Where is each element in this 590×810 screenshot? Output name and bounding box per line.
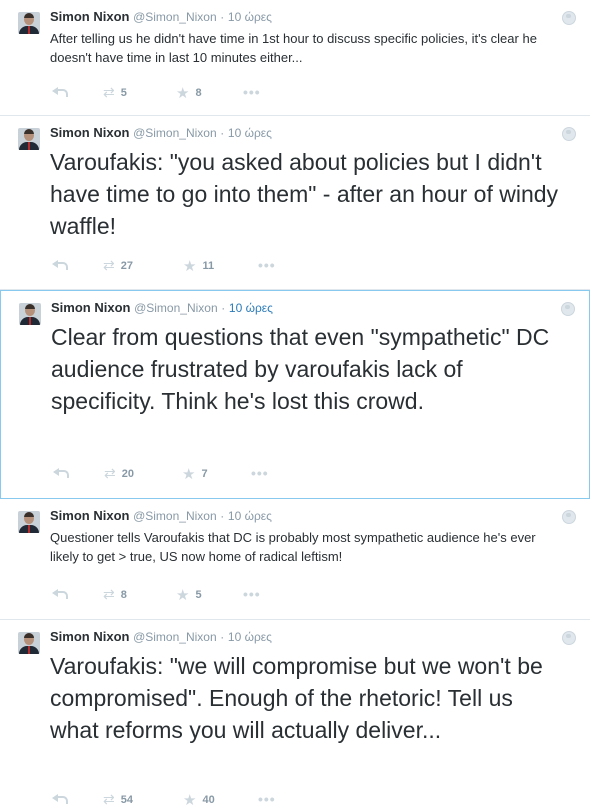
retweet-icon: ⇄ [103, 257, 115, 273]
favorite-count: 8 [195, 87, 202, 99]
tweet[interactable]: Simon Nixon @Simon_Nixon · 10 ώρες Varou… [0, 620, 590, 810]
retweet-icon: ⇄ [104, 465, 116, 481]
more-button[interactable]: ••• [251, 465, 269, 481]
separator: · [220, 126, 225, 140]
favorite-button[interactable]: ★ 7 [182, 465, 208, 483]
avatar[interactable] [18, 632, 40, 654]
author-handle[interactable]: @Simon_Nixon [133, 509, 217, 523]
globe-icon [562, 631, 576, 645]
favorite-count: 11 [202, 260, 215, 272]
tweet-header: Simon Nixon @Simon_Nixon · 10 ώρες [50, 508, 272, 524]
more-button[interactable]: ••• [243, 84, 261, 100]
retweet-count: 27 [120, 259, 133, 272]
more-button[interactable]: ••• [258, 791, 276, 807]
reply-icon [52, 257, 68, 270]
retweet-icon: ⇄ [103, 586, 115, 602]
separator: · [220, 509, 225, 523]
more-icon: ••• [258, 791, 276, 807]
author-name[interactable]: Simon Nixon [51, 300, 130, 315]
timestamp[interactable]: 10 ώρες [228, 126, 272, 140]
separator: · [220, 10, 225, 24]
retweet-button[interactable]: ⇄ 5 [103, 84, 127, 101]
tweet-text: Varoufakis: "you asked about policies bu… [50, 149, 559, 239]
more-icon: ••• [243, 586, 261, 602]
retweet-icon: ⇄ [103, 84, 115, 100]
tweet-text: Clear from questions that even "sympathe… [51, 324, 550, 414]
globe-icon [562, 127, 576, 141]
tweet-header: Simon Nixon @Simon_Nixon · 10 ώρες [50, 125, 272, 141]
retweet-count: 20 [121, 467, 134, 480]
avatar[interactable] [18, 128, 40, 150]
star-icon: ★ [183, 792, 197, 809]
retweet-button[interactable]: ⇄ 20 [104, 465, 134, 482]
separator: · [220, 630, 225, 644]
tweet-header: Simon Nixon @Simon_Nixon · 10 ώρες [51, 300, 273, 316]
timestamp[interactable]: 10 ώρες [229, 301, 273, 315]
tweet-highlighted[interactable]: Simon Nixon @Simon_Nixon · 10 ώρες Clear… [0, 290, 590, 499]
more-button[interactable]: ••• [243, 586, 261, 602]
reply-icon [53, 465, 69, 478]
favorite-button[interactable]: ★ 40 [183, 791, 215, 809]
more-button[interactable]: ••• [258, 257, 276, 273]
avatar[interactable] [18, 12, 40, 34]
more-icon: ••• [258, 257, 276, 273]
timestamp[interactable]: 10 ώρες [228, 10, 272, 24]
reply-icon [52, 586, 68, 599]
favorite-button[interactable]: ★ 11 [183, 257, 214, 275]
tweet[interactable]: Simon Nixon @Simon_Nixon · 10 ώρες Quest… [0, 499, 590, 620]
favorite-button[interactable]: ★ 5 [176, 586, 202, 604]
author-handle[interactable]: @Simon_Nixon [133, 10, 217, 24]
tweet-text: Questioner tells Varoufakis that DC is p… [50, 530, 536, 564]
tweet-feed: Simon Nixon @Simon_Nixon · 10 ώρες After… [0, 0, 590, 810]
author-name[interactable]: Simon Nixon [50, 508, 129, 523]
tweet-text: After telling us he didn't have time in … [50, 31, 537, 65]
reply-button[interactable] [52, 791, 68, 804]
retweet-count: 8 [120, 588, 127, 601]
favorite-count: 5 [195, 589, 202, 601]
globe-icon [561, 302, 575, 316]
retweet-button[interactable]: ⇄ 54 [103, 791, 133, 808]
retweet-icon: ⇄ [103, 791, 115, 807]
author-name[interactable]: Simon Nixon [50, 125, 129, 140]
reply-button[interactable] [52, 84, 68, 97]
author-name[interactable]: Simon Nixon [50, 9, 129, 24]
star-icon: ★ [183, 258, 197, 275]
avatar[interactable] [18, 511, 40, 533]
favorite-button[interactable]: ★ 8 [176, 84, 202, 102]
avatar[interactable] [19, 303, 41, 325]
reply-button[interactable] [53, 465, 69, 478]
tweet-text: Varoufakis: "we will compromise but we w… [50, 653, 543, 743]
separator: · [221, 301, 226, 315]
retweet-count: 54 [120, 793, 133, 806]
retweet-button[interactable]: ⇄ 27 [103, 257, 133, 274]
more-icon: ••• [251, 465, 269, 481]
retweet-count: 5 [120, 86, 127, 99]
author-handle[interactable]: @Simon_Nixon [134, 301, 218, 315]
retweet-button[interactable]: ⇄ 8 [103, 586, 127, 603]
more-icon: ••• [243, 84, 261, 100]
reply-button[interactable] [52, 586, 68, 599]
reply-icon [52, 84, 68, 97]
author-name[interactable]: Simon Nixon [50, 629, 129, 644]
star-icon: ★ [182, 466, 196, 483]
globe-icon [562, 11, 576, 25]
reply-button[interactable] [52, 257, 68, 270]
author-handle[interactable]: @Simon_Nixon [133, 126, 217, 140]
favorite-count: 7 [201, 468, 208, 480]
favorite-count: 40 [202, 794, 215, 806]
timestamp[interactable]: 10 ώρες [228, 630, 272, 644]
star-icon: ★ [176, 587, 190, 604]
star-icon: ★ [176, 85, 190, 102]
tweet-header: Simon Nixon @Simon_Nixon · 10 ώρες [50, 9, 272, 25]
timestamp[interactable]: 10 ώρες [228, 509, 272, 523]
tweet-header: Simon Nixon @Simon_Nixon · 10 ώρες [50, 629, 272, 645]
author-handle[interactable]: @Simon_Nixon [133, 630, 217, 644]
tweet[interactable]: Simon Nixon @Simon_Nixon · 10 ώρες Varou… [0, 116, 590, 290]
reply-icon [52, 791, 68, 804]
globe-icon [562, 510, 576, 524]
tweet[interactable]: Simon Nixon @Simon_Nixon · 10 ώρες After… [0, 0, 590, 116]
